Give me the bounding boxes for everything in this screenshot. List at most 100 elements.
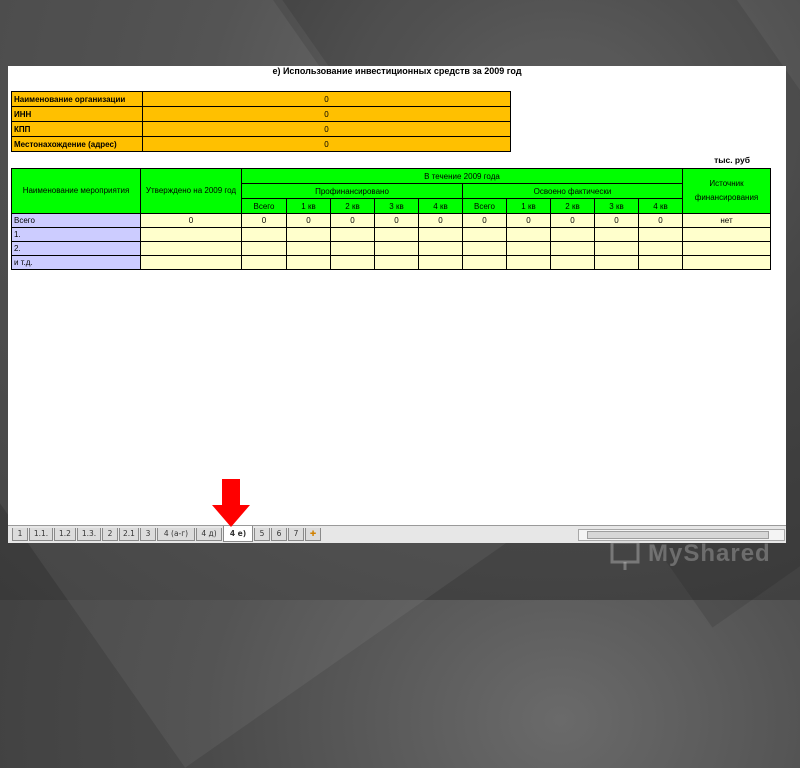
sheet-tab[interactable]: 1.1. [29, 528, 53, 541]
sheet-tab[interactable]: 2.1 [119, 528, 139, 541]
value-cell[interactable] [330, 255, 375, 270]
down-arrow-icon [212, 479, 250, 527]
value-cell[interactable] [418, 241, 463, 256]
address-value[interactable]: 0 [142, 136, 511, 152]
source-cell[interactable] [682, 255, 771, 270]
spreadsheet-area: е) Использование инвестиционных средств … [8, 66, 786, 542]
value-cell[interactable] [462, 241, 507, 256]
kpp-label[interactable]: КПП [11, 121, 143, 137]
subheader-cell[interactable]: Всего [462, 198, 507, 214]
value-cell[interactable] [286, 255, 331, 270]
value-cell[interactable] [550, 227, 595, 242]
value-cell[interactable] [418, 227, 463, 242]
value-cell[interactable]: 0 [506, 213, 551, 228]
header-source[interactable]: Источник финансирования [682, 168, 771, 214]
value-cell[interactable] [594, 241, 639, 256]
value-cell[interactable] [330, 241, 375, 256]
row-name-cell[interactable]: 2. [11, 241, 141, 256]
row-name-cell[interactable]: и т.д. [11, 255, 141, 270]
value-cell[interactable]: 0 [374, 213, 419, 228]
table-row: КПП 0 [11, 121, 511, 137]
value-cell[interactable] [594, 227, 639, 242]
sheet-title: е) Использование инвестиционных средств … [272, 66, 522, 76]
value-cell[interactable]: 0 [462, 213, 507, 228]
subheader-cell[interactable]: Всего [241, 198, 287, 214]
value-cell[interactable]: 0 [638, 213, 683, 228]
value-cell[interactable]: 0 [594, 213, 639, 228]
sheet-tab[interactable]: 4 (а-г) [157, 528, 195, 541]
value-cell[interactable] [638, 255, 683, 270]
value-cell[interactable] [462, 227, 507, 242]
header-mastered[interactable]: Освоено фактически [462, 183, 683, 199]
header-approved[interactable]: Утверждено на 2009 год [140, 168, 242, 214]
value-cell[interactable] [374, 227, 419, 242]
value-cell[interactable] [638, 241, 683, 256]
watermark: MyShared [608, 536, 778, 576]
value-cell[interactable] [506, 255, 551, 270]
value-cell[interactable] [638, 227, 683, 242]
source-cell[interactable]: нет [682, 213, 771, 228]
sheet-tab[interactable]: 3 [140, 528, 156, 541]
value-cell[interactable] [286, 227, 331, 242]
insert-sheet-icon[interactable]: ✚ [305, 528, 321, 541]
sheet-tab[interactable]: 1 [12, 528, 28, 541]
value-cell[interactable] [506, 227, 551, 242]
value-cell[interactable] [594, 255, 639, 270]
value-cell[interactable]: 0 [550, 213, 595, 228]
sheet-tab[interactable]: 2 [102, 528, 118, 541]
approved-cell[interactable] [140, 241, 242, 256]
sheet-tab[interactable]: 5 [254, 528, 270, 541]
sheet-tab[interactable]: 1.3. [77, 528, 101, 541]
subheader-cell[interactable]: 4 кв [638, 198, 683, 214]
subheader-cell[interactable]: 3 кв [374, 198, 419, 214]
sheet-tab[interactable]: 4 д) [196, 528, 222, 541]
kpp-value[interactable]: 0 [142, 121, 511, 137]
org-name-value[interactable]: 0 [142, 91, 511, 107]
inn-value[interactable]: 0 [142, 106, 511, 122]
source-cell[interactable] [682, 241, 771, 256]
sheet-tab[interactable]: 1.2 [54, 528, 76, 541]
approved-cell[interactable]: 0 [140, 213, 242, 228]
value-cell[interactable] [330, 227, 375, 242]
sheet-tab[interactable]: 4 е) [223, 526, 253, 542]
header-financed[interactable]: Профинансировано [241, 183, 463, 199]
source-cell[interactable] [682, 227, 771, 242]
value-cell[interactable] [241, 255, 287, 270]
value-cell[interactable] [241, 241, 287, 256]
subheader-cell[interactable]: 2 кв [550, 198, 595, 214]
approved-cell[interactable] [140, 255, 242, 270]
value-cell[interactable] [374, 255, 419, 270]
value-cell[interactable]: 0 [418, 213, 463, 228]
presentation-icon [610, 540, 640, 570]
header-during[interactable]: В течение 2009 года [241, 168, 683, 184]
subheader-cell[interactable]: 3 кв [594, 198, 639, 214]
row-name-cell[interactable]: 1. [11, 227, 141, 242]
value-cell[interactable]: 0 [286, 213, 331, 228]
value-cell[interactable] [550, 241, 595, 256]
table-row: и т.д. [11, 255, 771, 270]
value-cell[interactable]: 0 [241, 213, 287, 228]
sheet-tab[interactable]: 6 [271, 528, 287, 541]
value-cell[interactable]: 0 [330, 213, 375, 228]
value-cell[interactable] [241, 227, 287, 242]
approved-cell[interactable] [140, 227, 242, 242]
subheader-cell[interactable]: 2 кв [330, 198, 375, 214]
subheader-cell[interactable]: 4 кв [418, 198, 463, 214]
org-info-table: Наименование организации 0 ИНН 0 КПП 0 М… [11, 91, 511, 152]
investment-table: Наименование мероприятия Утверждено на 2… [11, 168, 771, 270]
value-cell[interactable] [418, 255, 463, 270]
header-name[interactable]: Наименование мероприятия [11, 168, 141, 214]
address-label[interactable]: Местонахождение (адрес) [11, 136, 143, 152]
org-name-label[interactable]: Наименование организации [11, 91, 143, 107]
value-cell[interactable] [462, 255, 507, 270]
row-name-cell[interactable]: Всего [11, 213, 141, 228]
value-cell[interactable] [286, 241, 331, 256]
subheader-cell[interactable]: 1 кв [506, 198, 551, 214]
subheader-cell[interactable]: 1 кв [286, 198, 331, 214]
value-cell[interactable] [374, 241, 419, 256]
value-cell[interactable] [506, 241, 551, 256]
inn-label[interactable]: ИНН [11, 106, 143, 122]
sheet-tab[interactable]: 7 [288, 528, 304, 541]
table-row: ИНН 0 [11, 106, 511, 122]
value-cell[interactable] [550, 255, 595, 270]
